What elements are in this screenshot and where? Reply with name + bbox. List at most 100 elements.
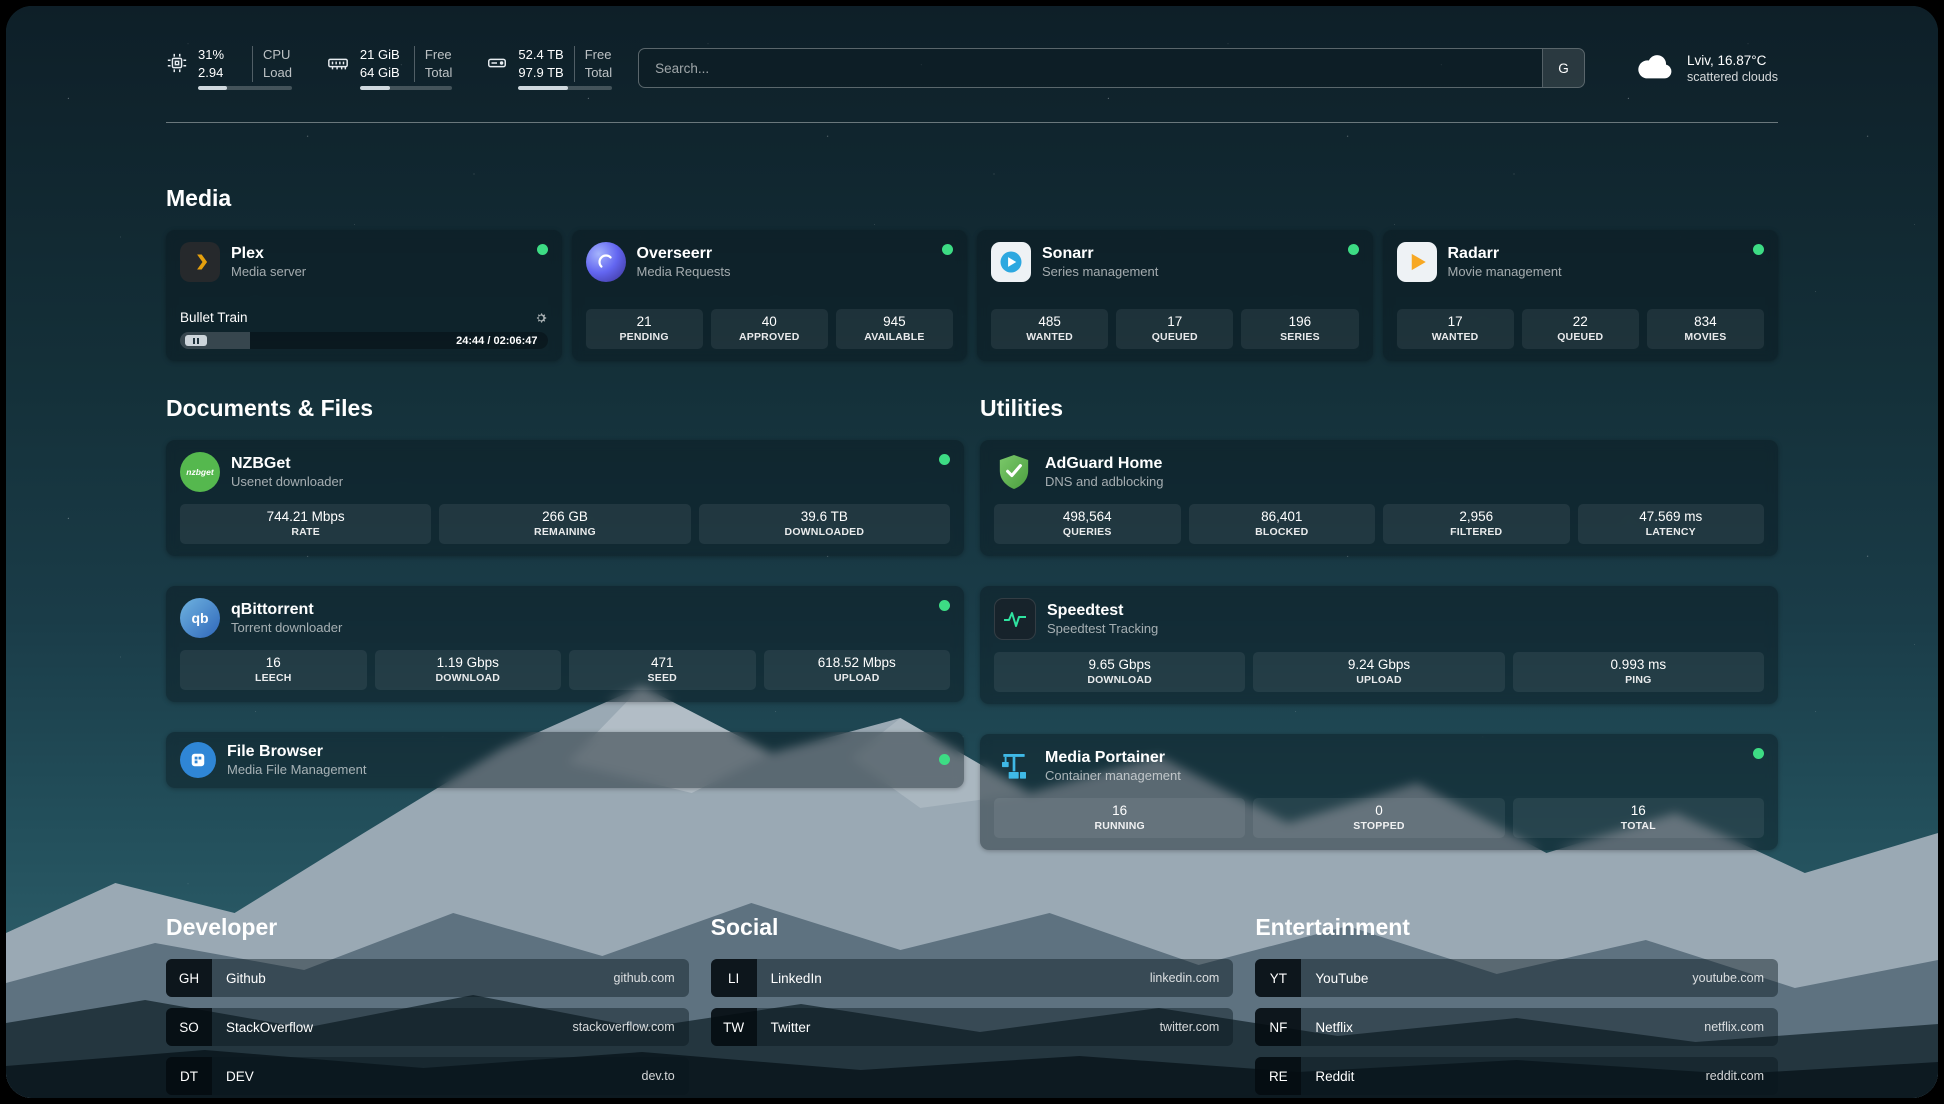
bookmark-abbr: NF	[1255, 1008, 1301, 1046]
status-dot	[537, 244, 548, 255]
top-bar: 31% 2.94 CPU Load	[166, 40, 1778, 96]
divider	[574, 46, 575, 82]
search-bar[interactable]: G	[638, 48, 1585, 88]
bookmark-youtube[interactable]: YT YouTube youtube.com	[1255, 959, 1778, 997]
stat-block: 0.993 msPING	[1513, 652, 1764, 692]
stat-block: 498,564QUERIES	[994, 504, 1181, 544]
service-card-overseerr[interactable]: Overseerr Media Requests 21PENDING 40APP…	[572, 230, 968, 361]
status-dot	[1753, 244, 1764, 255]
stat-block: 945AVAILABLE	[836, 309, 953, 349]
service-desc: Series management	[1042, 264, 1158, 279]
cloud-icon	[1633, 51, 1675, 86]
bookmark-abbr: LI	[711, 959, 757, 997]
stat-block: 9.65 GbpsDOWNLOAD	[994, 652, 1245, 692]
search-provider-button[interactable]: G	[1542, 49, 1584, 87]
section-title-social: Social	[711, 914, 1234, 941]
stat-block: 47.569 msLATENCY	[1578, 504, 1765, 544]
bookmark-url: linkedin.com	[1150, 971, 1233, 985]
bookmark-github[interactable]: GH Github github.com	[166, 959, 689, 997]
section-utilities: Utilities AdGuard Home DNS and adblockin…	[980, 395, 1778, 850]
section-middle: Documents & Files nzbget NZBGet Usenet d…	[166, 395, 1778, 850]
service-stats: 9.65 GbpsDOWNLOAD 9.24 GbpsUPLOAD 0.993 …	[994, 652, 1764, 692]
bookmark-url: stackoverflow.com	[573, 1020, 689, 1034]
now-playing-title: Bullet Train	[180, 310, 248, 325]
status-dot	[939, 600, 950, 611]
service-name: Media Portainer	[1045, 749, 1181, 767]
bookmark-stackoverflow[interactable]: SO StackOverflow stackoverflow.com	[166, 1008, 689, 1046]
bookmark-dev[interactable]: DT DEV dev.to	[166, 1057, 689, 1095]
stat-block: 196SERIES	[1241, 309, 1358, 349]
search-input[interactable]	[639, 49, 1542, 87]
stat-block: 471SEED	[569, 650, 756, 690]
service-name: Overseerr	[637, 245, 731, 263]
disk-free-label: Free	[585, 46, 612, 64]
stat-block: 21PENDING	[586, 309, 703, 349]
stat-block: 40APPROVED	[711, 309, 828, 349]
service-card-portainer[interactable]: Media Portainer Container management 16R…	[980, 734, 1778, 850]
service-card-sonarr[interactable]: Sonarr Series management 485WANTED 17QUE…	[977, 230, 1373, 361]
service-stats: 16RUNNING 0STOPPED 16TOTAL	[994, 798, 1764, 838]
dashboard-screen: 31% 2.94 CPU Load	[6, 6, 1938, 1098]
overseerr-icon	[586, 242, 626, 282]
service-name: qBittorrent	[231, 601, 342, 619]
stat-block: 2,956FILTERED	[1383, 504, 1570, 544]
service-card-radarr[interactable]: Radarr Movie management 17WANTED 22QUEUE…	[1383, 230, 1779, 361]
service-stats: 17WANTED 22QUEUED 834MOVIES	[1397, 309, 1765, 349]
bookmark-url: reddit.com	[1706, 1069, 1778, 1083]
bookmark-abbr: GH	[166, 959, 212, 997]
bookmark-url: youtube.com	[1692, 971, 1778, 985]
service-name: Speedtest	[1047, 602, 1158, 620]
pause-icon[interactable]	[185, 335, 207, 346]
memory-progress-bar	[360, 86, 452, 90]
bookmark-reddit[interactable]: RE Reddit reddit.com	[1255, 1057, 1778, 1095]
service-card-nzbget[interactable]: nzbget NZBGet Usenet downloader 744.21 M…	[166, 440, 964, 556]
service-name: Plex	[231, 245, 306, 263]
plex-icon	[180, 242, 220, 282]
section-title-utilities: Utilities	[980, 395, 1778, 422]
portainer-icon	[994, 746, 1034, 786]
service-name: AdGuard Home	[1045, 455, 1164, 473]
service-card-adguard[interactable]: AdGuard Home DNS and adblocking 498,564Q…	[980, 440, 1778, 556]
section-title-media: Media	[166, 185, 1778, 212]
bookmark-url: github.com	[614, 971, 689, 985]
memory-free-label: Free	[425, 46, 452, 64]
service-card-speedtest[interactable]: Speedtest Speedtest Tracking 9.65 GbpsDO…	[980, 586, 1778, 704]
service-name: NZBGet	[231, 455, 343, 473]
sonarr-icon	[991, 242, 1031, 282]
service-name: Radarr	[1448, 245, 1562, 263]
stat-block: 834MOVIES	[1647, 309, 1764, 349]
bookmark-linkedin[interactable]: LI LinkedIn linkedin.com	[711, 959, 1234, 997]
disk-total-value: 97.9 TB	[518, 64, 563, 82]
bookmark-twitter[interactable]: TW Twitter twitter.com	[711, 1008, 1234, 1046]
bookmark-name: LinkedIn	[771, 971, 822, 986]
service-card-qbittorrent[interactable]: qb qBittorrent Torrent downloader 16LEEC…	[166, 586, 964, 702]
bookmark-url: twitter.com	[1160, 1020, 1234, 1034]
bookmark-name: Reddit	[1315, 1069, 1354, 1084]
service-desc: Container management	[1045, 768, 1181, 783]
service-desc: Media server	[231, 264, 306, 279]
playback-progress-bar[interactable]: 24:44 / 02:06:47	[180, 332, 548, 349]
disk-total-label: Total	[585, 64, 612, 82]
section-documents: Documents & Files nzbget NZBGet Usenet d…	[166, 395, 964, 788]
memory-free-value: 21 GiB	[360, 46, 404, 64]
adguard-icon	[994, 452, 1034, 492]
memory-total-value: 64 GiB	[360, 64, 404, 82]
service-card-plex[interactable]: Plex Media server Bullet Train	[166, 230, 562, 361]
bookmark-netflix[interactable]: NF Netflix netflix.com	[1255, 1008, 1778, 1046]
stat-block: 86,401BLOCKED	[1189, 504, 1376, 544]
service-card-filebrowser[interactable]: File Browser Media File Management	[166, 732, 964, 788]
stat-block: 16TOTAL	[1513, 798, 1764, 838]
stat-block: 266 GBREMAINING	[439, 504, 690, 544]
bookmark-name: YouTube	[1315, 971, 1368, 986]
disk-widget: 52.4 TB 97.9 TB Free Total	[486, 46, 612, 90]
disk-free-value: 52.4 TB	[518, 46, 563, 64]
service-stats: 485WANTED 17QUEUED 196SERIES	[991, 309, 1359, 349]
bookmark-name: Twitter	[771, 1020, 811, 1035]
bookmark-name: DEV	[226, 1069, 254, 1084]
memory-total-label: Total	[425, 64, 452, 82]
section-title-entertainment: Entertainment	[1255, 914, 1778, 941]
cpu-label: CPU	[263, 46, 292, 64]
bookmark-abbr: DT	[166, 1057, 212, 1095]
weather-condition: scattered clouds	[1687, 70, 1778, 84]
gear-icon[interactable]	[534, 311, 548, 325]
